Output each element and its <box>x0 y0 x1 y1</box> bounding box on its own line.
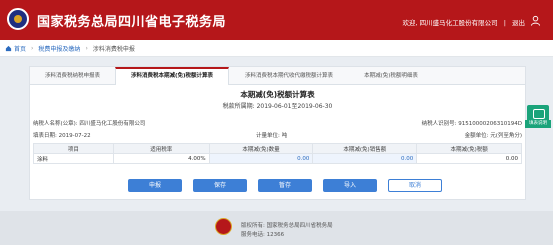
form-help-label[interactable]: 填表说明 <box>525 120 551 128</box>
form-tabs: 涉料消费税纳税申报表 涉料消费税本期减(免)税额计算表 涉料消费税本期代收代缴税… <box>30 67 525 85</box>
company-name[interactable]: 四川盛马化工股份有限公司 <box>420 19 498 27</box>
import-button[interactable]: 导入 <box>323 179 377 192</box>
tab-declaration-form[interactable]: 涉料消费税纳税申报表 <box>30 67 115 85</box>
temp-save-button[interactable]: 暂存 <box>258 179 312 192</box>
tab-withholding-calc[interactable]: 涉料消费税本期代收代缴税额计算表 <box>229 67 349 85</box>
tax-emblem-icon <box>215 218 232 235</box>
logout-link[interactable]: 退出 <box>512 19 525 27</box>
action-bar: 申报 保存 暂存 导入 取消 <box>30 179 525 193</box>
breadcrumb: 首页 › 税费申报及缴纳 › 涉料消费税申报 <box>5 44 135 53</box>
fill-date: 填表日期: 2019-07-22 <box>33 133 91 139</box>
form-title: 本期减(免)税额计算表 <box>240 90 315 99</box>
home-icon <box>5 45 12 52</box>
breadcrumb-home[interactable]: 首页 <box>14 44 26 53</box>
col-header-rate: 适用税率 <box>112 143 210 154</box>
col-header-qty: 本期减(免)数量 <box>208 143 314 154</box>
breadcrumb-item[interactable]: 税费申报及缴纳 <box>38 44 80 53</box>
sales-input[interactable]: 0.00 <box>312 153 418 164</box>
cell-item: 涂料 <box>33 153 114 164</box>
tab-reduction-detail[interactable]: 本期减(免)税额明细表 <box>349 67 433 85</box>
declare-button[interactable]: 申报 <box>128 179 182 192</box>
breadcrumb-arrow-icon: › <box>85 45 88 52</box>
taxpayer-id: 纳税人识别号: 91510000206310194D <box>421 121 522 127</box>
table-row: 涂料 4.00% 0.00 0.00 0.00 <box>33 153 522 164</box>
save-button[interactable]: 保存 <box>193 179 247 192</box>
col-header-item: 项目 <box>33 143 114 154</box>
footer-hotline: 服务电话: 12366 <box>241 232 285 238</box>
measurement-unit: 计量单位: 吨 <box>256 133 288 139</box>
tax-period: 税款所属期: 2019-06-01至2019-06-30 <box>222 103 333 110</box>
qty-input[interactable]: 0.00 <box>208 153 314 164</box>
welcome-separator: | <box>503 19 506 27</box>
tab-reduction-calc[interactable]: 涉料消费税本期减(免)税额计算表 <box>115 67 229 85</box>
tax-emblem-icon <box>7 8 29 30</box>
breadcrumb-arrow-icon: › <box>31 45 34 52</box>
col-header-sales: 本期减(免)销售额 <box>312 143 418 154</box>
user-icon[interactable] <box>530 15 541 26</box>
cancel-button[interactable]: 取消 <box>388 179 442 192</box>
footer-copyright: 版权所有: 国家税务总局四川省税务局 <box>241 223 333 229</box>
footer: 版权所有: 国家税务总局四川省税务局 服务电话: 12366 <box>0 211 553 245</box>
breadcrumb-bar: 首页 › 税费申报及缴纳 › 涉料消费税申报 <box>0 40 553 57</box>
breadcrumb-current: 涉料消费税申报 <box>92 46 135 53</box>
reduction-table: 项目 适用税率 本期减(免)数量 本期减(免)销售额 本期减(免)税额 涂料 4… <box>33 143 522 164</box>
cell-tax: 0.00 <box>416 153 522 164</box>
amount-unit: 金额单位: 元(列至角分) <box>464 133 522 139</box>
site-title: 国家税务总局四川省电子税务局 <box>37 15 227 30</box>
table-header-row: 项目 适用税率 本期减(免)数量 本期减(免)销售额 本期减(免)税额 <box>33 143 522 154</box>
top-header: 国家税务总局四川省电子税务局 欢迎, 四川盛马化工股份有限公司 | 退出 <box>0 0 553 40</box>
cell-rate: 4.00% <box>112 153 210 164</box>
main-form-card: 涉料消费税纳税申报表 涉料消费税本期减(免)税额计算表 涉料消费税本期代收代缴税… <box>29 66 526 200</box>
user-welcome: 欢迎, 四川盛马化工股份有限公司 | 退出 <box>402 17 525 27</box>
col-header-tax: 本期减(免)税额 <box>416 143 522 154</box>
taxpayer-name: 纳税人名称(公章): 四川盛马化工股份有限公司 <box>33 121 146 127</box>
welcome-prefix: 欢迎, <box>402 19 418 27</box>
